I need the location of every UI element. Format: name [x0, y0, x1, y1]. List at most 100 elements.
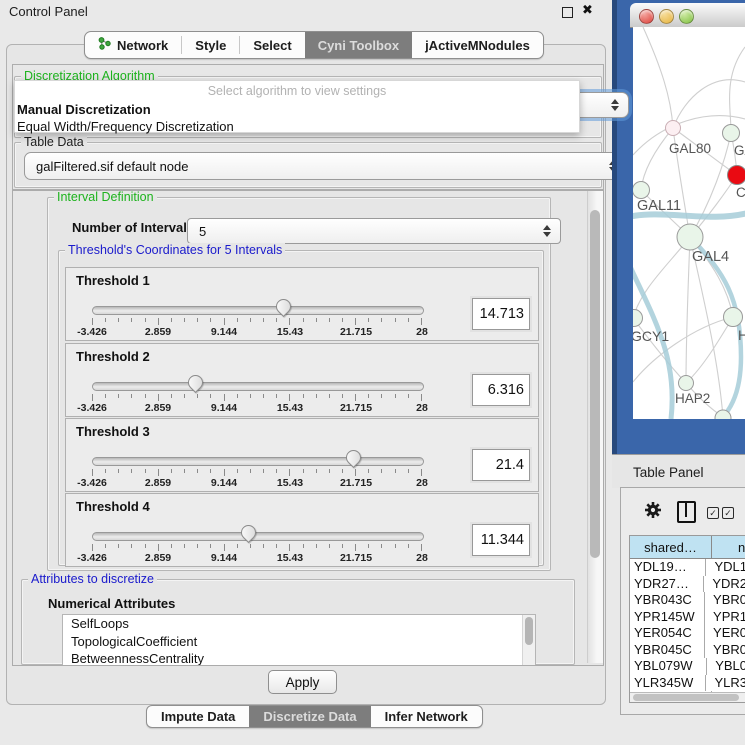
algorithm-option-equal-width[interactable]: Equal Width/Frequency Discretization: [15, 118, 579, 135]
tab-jactivemnodules[interactable]: jActiveMNodules: [412, 32, 543, 58]
node-gcy1[interactable]: [633, 310, 643, 327]
table-row[interactable]: YLR345WYLR3: [630, 675, 745, 692]
node-attribute-table: shared… na YDL19…YDL1 YDR27…YDR2 YBR043C…: [629, 535, 745, 703]
tab-style[interactable]: Style: [182, 32, 239, 58]
network-edges: [633, 27, 745, 417]
close-traffic-light-icon[interactable]: [639, 9, 654, 24]
network-window-frame: GAL80 GA C GAL11 GAL4 GCY1 H HAP2: [612, 0, 745, 454]
zoom-traffic-light-icon[interactable]: [679, 9, 694, 24]
algorithm-popup-prompt: Select algorithm to view settings: [15, 81, 579, 101]
table-row[interactable]: YDL19…YDL1: [630, 559, 745, 576]
network-canvas[interactable]: GAL80 GA C GAL11 GAL4 GCY1 H HAP2: [633, 27, 745, 419]
threshold-4-slider-track[interactable]: [92, 532, 424, 541]
table-row[interactable]: YDR27…YDR2: [630, 576, 745, 593]
settings-vertical-scrollbar[interactable]: [587, 191, 603, 663]
table-row[interactable]: YBR043CYBR0: [630, 592, 745, 609]
threshold-4-slider-ticks: [92, 544, 422, 552]
tab-impute-data[interactable]: Impute Data: [147, 706, 249, 727]
network-window-titlebar[interactable]: [630, 3, 745, 28]
table-row[interactable]: YER054CYER0: [630, 625, 745, 642]
apply-button-label: Apply: [286, 675, 320, 690]
threshold-1-slider-ticklabels: -3.4262.8599.14415.4321.71528: [92, 326, 422, 338]
threshold-3-label: Threshold 3: [76, 424, 150, 439]
threshold-1-slider-track[interactable]: [92, 306, 424, 315]
table-data-combobox-value: galFiltered.sif default node: [36, 159, 188, 174]
threshold-4-value-field[interactable]: [472, 524, 530, 556]
tab-select[interactable]: Select: [240, 32, 304, 58]
list-item[interactable]: TopologicalCoefficient: [63, 633, 535, 651]
threshold-2-slider-track[interactable]: [92, 382, 424, 391]
tab-cyni-toolbox-label: Cyni Toolbox: [318, 38, 399, 53]
node-label: GA: [734, 143, 745, 158]
number-of-intervals-label: Number of Intervals: [72, 220, 194, 235]
checkbox-icon[interactable]: ✓: [707, 507, 719, 519]
control-panel-title: Control Panel: [9, 4, 88, 19]
table-rows: YDL19…YDL1 YDR27…YDR2 YBR043CYBR0 YPR145…: [630, 559, 745, 703]
threshold-3-value-field[interactable]: [472, 449, 530, 481]
table-panel-header: Table Panel: [612, 454, 745, 488]
control-panel-tabbar: Network Style Select Cyni Toolbox jActiv…: [84, 31, 544, 59]
minimize-traffic-light-icon[interactable]: [659, 9, 674, 24]
node-gal80[interactable]: [666, 121, 681, 136]
combo-arrows-icon: [543, 225, 551, 237]
algorithm-dropdown-popup: Select algorithm to view settings Manual…: [14, 80, 580, 133]
node-label: C: [736, 185, 745, 200]
apply-button[interactable]: Apply: [268, 670, 337, 694]
float-window-icon[interactable]: [562, 7, 573, 18]
node-label: HAP2: [675, 391, 710, 406]
table-horizontal-scrollbar[interactable]: [630, 692, 745, 703]
network-graph: GAL80 GA C GAL11 GAL4 GCY1 H HAP2: [633, 27, 745, 419]
table-data-combobox[interactable]: galFiltered.sif default node: [24, 152, 627, 180]
list-item[interactable]: BetweennessCentrality: [63, 650, 535, 666]
column-header-name[interactable]: na: [712, 536, 745, 559]
column-header-shared[interactable]: shared…: [630, 536, 712, 559]
threshold-2-slider-ticks: [92, 394, 422, 402]
tab-jactivemnodules-label: jActiveMNodules: [425, 38, 530, 53]
tab-style-label: Style: [195, 38, 226, 53]
network-icon: [98, 37, 111, 53]
threshold-4-slider-ticklabels: -3.4262.8599.14415.4321.71528: [92, 552, 422, 564]
node-label: GCY1: [633, 328, 669, 344]
interval-definition-group: Interval Definition Number of Intervals …: [47, 197, 551, 571]
show-columns-icon[interactable]: [677, 501, 696, 523]
threshold-1-slider-ticks: [92, 318, 422, 326]
threshold-row-4: Threshold 4 -3.4262.8599.14415.4321.7152…: [65, 493, 539, 567]
threshold-coordinates-group-title: Threshold's Coordinates for 5 Intervals: [65, 243, 285, 258]
tab-discretize-data[interactable]: Discretize Data: [249, 706, 370, 727]
close-icon[interactable]: ✖: [582, 2, 593, 18]
control-panel-titlebar: Control Panel: [0, 0, 612, 22]
tab-network[interactable]: Network: [85, 32, 181, 58]
node-h[interactable]: [724, 308, 743, 327]
table-row[interactable]: YPR145WYPR1: [630, 609, 745, 626]
gear-icon[interactable]: [643, 500, 663, 520]
number-of-intervals-combobox[interactable]: 5: [187, 218, 561, 244]
window-frame-edge: [612, 0, 617, 454]
algorithm-option-manual[interactable]: Manual Discretization: [15, 101, 579, 118]
threshold-3-slider-ticklabels: -3.4262.8599.14415.4321.71528: [92, 477, 422, 489]
node-gal11[interactable]: [633, 182, 650, 199]
threshold-2-value-field[interactable]: [472, 374, 530, 406]
list-item[interactable]: SelfLoops: [63, 615, 535, 633]
node-red[interactable]: [728, 166, 745, 185]
threshold-3-slider-ticks: [92, 469, 422, 477]
interval-definition-group-title: Interval Definition: [54, 190, 157, 205]
node-hap2[interactable]: [679, 376, 694, 391]
checkbox-icon[interactable]: ✓: [722, 507, 734, 519]
table-panel-body: ✓ ✓ shared… na YDL19…YDL1 YDR27…YDR2 YBR…: [620, 487, 745, 715]
node-gal4[interactable]: [677, 224, 703, 250]
app-root: Control Panel ✖ Network Style Select: [0, 0, 745, 745]
threshold-coordinates-group: Threshold's Coordinates for 5 Intervals …: [58, 250, 544, 566]
node-label: H: [738, 327, 745, 343]
tab-cyni-toolbox[interactable]: Cyni Toolbox: [305, 32, 412, 58]
attributes-list-scrollbar[interactable]: [522, 615, 535, 666]
threshold-1-label: Threshold 1: [76, 273, 150, 288]
node-top-right[interactable]: [723, 125, 740, 142]
tab-infer-network[interactable]: Infer Network: [371, 706, 482, 727]
table-row[interactable]: YBR045CYBR0: [630, 642, 745, 659]
numerical-attributes-label: Numerical Attributes: [48, 596, 175, 611]
tab-select-label: Select: [253, 38, 291, 53]
threshold-3-slider-track[interactable]: [92, 457, 424, 466]
table-row[interactable]: YBL079WYBL0: [630, 658, 745, 675]
table-panel-toolbar: ✓ ✓: [621, 488, 745, 534]
threshold-1-value-field[interactable]: [472, 298, 530, 330]
